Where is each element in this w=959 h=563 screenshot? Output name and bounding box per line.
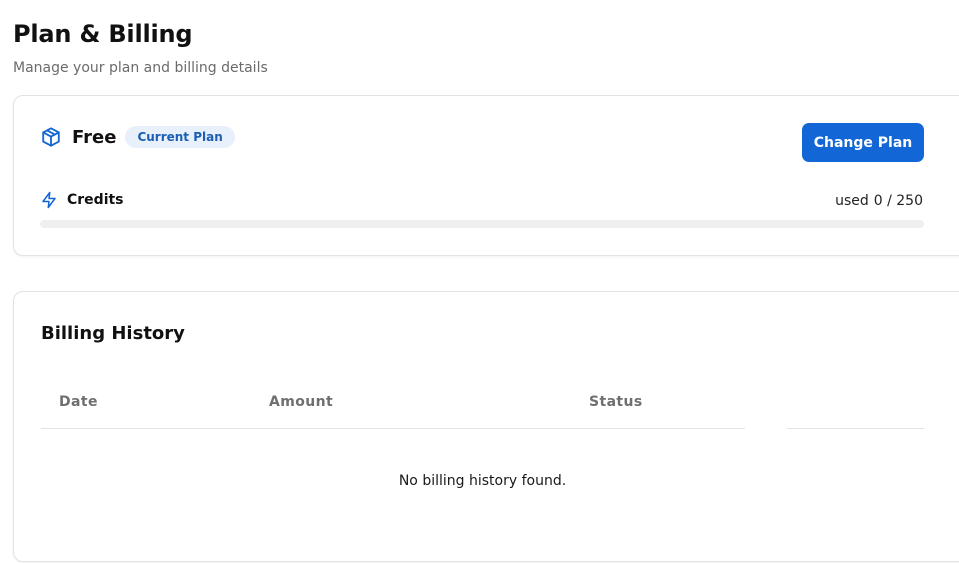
credits-label: Credits	[67, 192, 124, 208]
change-plan-button[interactable]: Change Plan	[802, 123, 924, 162]
billing-history-title: Billing History	[41, 323, 185, 344]
credits-usage-value: 0 / 250	[873, 193, 923, 209]
plan-card: Free Current Plan Change Plan Credits us…	[13, 95, 959, 256]
page-title: Plan & Billing	[13, 20, 193, 48]
column-header-amount: Amount	[269, 394, 334, 410]
empty-state-message: No billing history found.	[398, 473, 567, 489]
column-header-date: Date	[59, 394, 98, 410]
credits-row: Credits	[40, 191, 124, 209]
plan-row: Free Current Plan	[40, 126, 235, 148]
lightning-icon	[40, 191, 58, 209]
page-subtitle: Manage your plan and billing details	[13, 60, 268, 76]
credits-used-word: used	[835, 193, 869, 209]
plan-name: Free	[72, 126, 117, 148]
billing-history-card: Billing History Date Amount Status No bi…	[13, 291, 959, 562]
credits-usage: used 0 / 250	[835, 193, 923, 209]
package-icon	[40, 126, 62, 148]
column-header-status: Status	[589, 394, 643, 410]
credits-progress-bar	[40, 220, 924, 228]
billing-table-header: Date Amount Status	[41, 374, 745, 429]
plan-billing-page: Plan & Billing Manage your plan and bill…	[0, 0, 959, 563]
billing-table-header-actions	[787, 374, 924, 429]
current-plan-badge: Current Plan	[125, 126, 235, 148]
